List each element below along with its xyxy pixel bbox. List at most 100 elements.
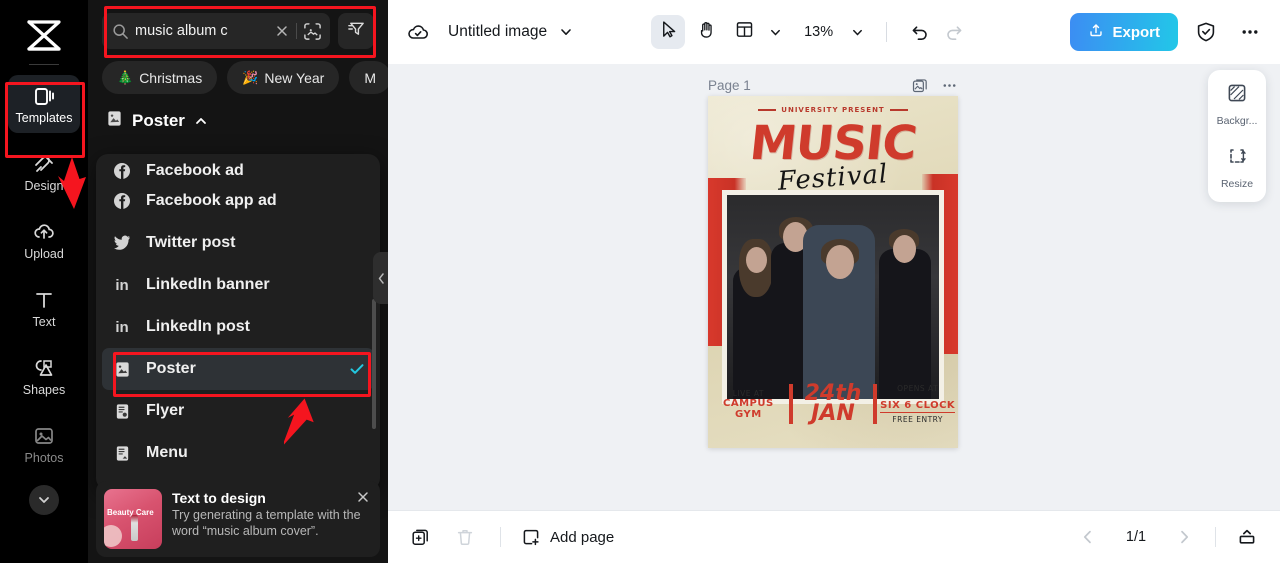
sidebar-item-label: Upload — [24, 246, 64, 261]
dropdown-item-linkedin-banner[interactable]: in LinkedIn banner — [96, 264, 380, 306]
category-chips[interactable]: 🎄 Christmas 🎉 New Year M — [88, 49, 388, 97]
document-title[interactable]: Untitled image — [448, 23, 547, 41]
sidebar-item-label: Design — [24, 178, 64, 193]
layout-tool-button[interactable] — [727, 15, 761, 49]
add-page-button[interactable]: Add page — [521, 527, 614, 547]
sidebar-item-upload[interactable]: Upload — [8, 211, 80, 269]
redo-button[interactable] — [939, 17, 969, 47]
chevron-right-icon — [1181, 530, 1189, 544]
menu-doc-icon — [112, 445, 132, 462]
close-icon[interactable] — [274, 24, 290, 38]
search-input[interactable] — [135, 23, 268, 39]
collapse-pages-button[interactable] — [1232, 522, 1262, 552]
chevron-down-icon[interactable] — [847, 22, 868, 43]
dropdown-item-facebook-ad[interactable]: Facebook ad — [96, 154, 380, 180]
category-header[interactable]: Poster — [88, 97, 388, 132]
chip-label: Christmas — [139, 69, 203, 86]
more-horizontal-icon[interactable] — [941, 77, 958, 94]
dropdown-item-label: Flyer — [146, 402, 185, 419]
chip-label: New Year — [264, 69, 325, 86]
linkedin-icon: in — [115, 276, 129, 294]
rail-divider — [29, 64, 59, 65]
photos-icon — [32, 424, 56, 448]
compact-shape — [104, 525, 122, 547]
duplicate-image-icon[interactable] — [912, 77, 929, 94]
chevron-up-icon[interactable] — [194, 114, 208, 128]
export-upload-icon — [1088, 22, 1104, 42]
dropdown-item-flyer[interactable]: Flyer — [96, 390, 380, 432]
prev-page-button[interactable] — [1073, 522, 1103, 552]
text-to-design-body: Text to design Try generating a template… — [172, 489, 372, 549]
dropdown-item-facebook-app-ad[interactable]: Facebook app ad — [96, 180, 380, 222]
poster-canvas[interactable]: UNIVERSITY PRESENT MUSIC Festival LIVE A… — [708, 96, 958, 448]
bottom-left-actions: Add page — [406, 522, 614, 552]
lipstick-shape — [131, 515, 138, 541]
chip-partial[interactable]: M — [349, 61, 388, 94]
hand-tool-button[interactable] — [689, 15, 723, 49]
text-to-design-thumbnail: Beauty Care — [104, 489, 162, 549]
capcut-logo[interactable] — [22, 16, 66, 56]
add-page-icon — [521, 527, 541, 547]
party-popper-icon: 🎉 — [242, 69, 259, 85]
undo-button[interactable] — [905, 17, 935, 47]
resize-button[interactable]: Resize — [1209, 145, 1265, 190]
sidebar-item-shapes[interactable]: Shapes — [8, 347, 80, 405]
dropdown-item-menu[interactable]: Menu — [96, 432, 380, 474]
background-button[interactable]: Backgr... — [1209, 82, 1265, 127]
sidebar-item-photos[interactable]: Photos — [8, 415, 80, 473]
page-header-actions — [912, 77, 958, 94]
page-header: Page 1 — [708, 77, 958, 94]
dropdown-item-linkedin-post[interactable]: in LinkedIn post — [96, 306, 380, 348]
page-indicator: 1/1 — [1125, 529, 1147, 545]
cloud-check-icon[interactable] — [406, 20, 430, 44]
export-button[interactable]: Export — [1070, 13, 1178, 51]
undo-icon — [912, 26, 927, 40]
check-icon — [348, 360, 366, 378]
chevron-down-icon[interactable] — [559, 25, 573, 39]
shield-check-button[interactable] — [1190, 16, 1222, 48]
export-label: Export — [1112, 23, 1160, 41]
text-to-design-description: Try generating a template with the word … — [172, 508, 361, 538]
more-horizontal-icon[interactable] — [1234, 16, 1266, 48]
chevron-left-icon — [1083, 530, 1091, 544]
sidebar-item-label: Photos — [24, 450, 64, 465]
zoom-level[interactable]: 13% — [804, 24, 833, 40]
category-dropdown[interactable]: Facebook ad Facebook app ad Twitter post… — [96, 154, 380, 490]
text-to-design-card[interactable]: Beauty Care Text to design Try generatin… — [96, 481, 380, 557]
dropdown-item-label: Twitter post — [146, 234, 236, 251]
chevron-down-icon[interactable] — [765, 22, 786, 43]
sidebar-item-templates[interactable]: Templates — [8, 75, 80, 133]
next-page-button[interactable] — [1169, 522, 1199, 552]
dropdown-scrollbar[interactable] — [372, 299, 376, 429]
background-label: Backgr... — [1216, 115, 1258, 127]
chevron-down-icon — [39, 497, 49, 503]
redo-icon — [947, 26, 962, 40]
poster-presenter: UNIVERSITY PRESENT — [708, 106, 958, 114]
duplicate-page-button[interactable] — [406, 522, 436, 552]
delete-page-button[interactable] — [450, 522, 480, 552]
canvas-area[interactable]: Page 1 UNIVERSITY PRESENT MUSIC Festival… — [388, 64, 1280, 510]
filter-button[interactable] — [338, 13, 374, 49]
select-tool-button[interactable] — [651, 15, 686, 49]
sidebar-item-design[interactable]: Design — [8, 143, 80, 201]
sidebar-item-label: Text — [32, 314, 56, 329]
sidebar-item-text[interactable]: Text — [8, 279, 80, 337]
add-page-label: Add page — [550, 528, 615, 546]
dropdown-item-label: Poster — [146, 360, 196, 377]
chip-christmas[interactable]: 🎄 Christmas — [102, 61, 218, 94]
facebook-icon — [112, 162, 132, 180]
dropdown-item-twitter-post[interactable]: Twitter post — [96, 222, 380, 264]
resize-icon — [1226, 145, 1248, 172]
capcut-editor: Templates Design Upload Text Shapes Phot… — [0, 0, 1280, 563]
rail-expand-button[interactable] — [29, 485, 59, 515]
main-area: Untitled image 13% Export Page 1 UNIVERS… — [388, 0, 1280, 563]
text-to-design-title: Text to design — [172, 490, 266, 506]
close-icon[interactable] — [356, 490, 370, 504]
panel-collapse-handle[interactable] — [373, 252, 388, 304]
dropdown-item-poster[interactable]: Poster — [102, 348, 374, 390]
search-box[interactable] — [102, 13, 330, 49]
templates-icon — [32, 84, 56, 108]
image-search-icon[interactable] — [303, 22, 322, 41]
chip-new-year[interactable]: 🎉 New Year — [227, 61, 340, 94]
twitter-icon — [112, 235, 132, 251]
